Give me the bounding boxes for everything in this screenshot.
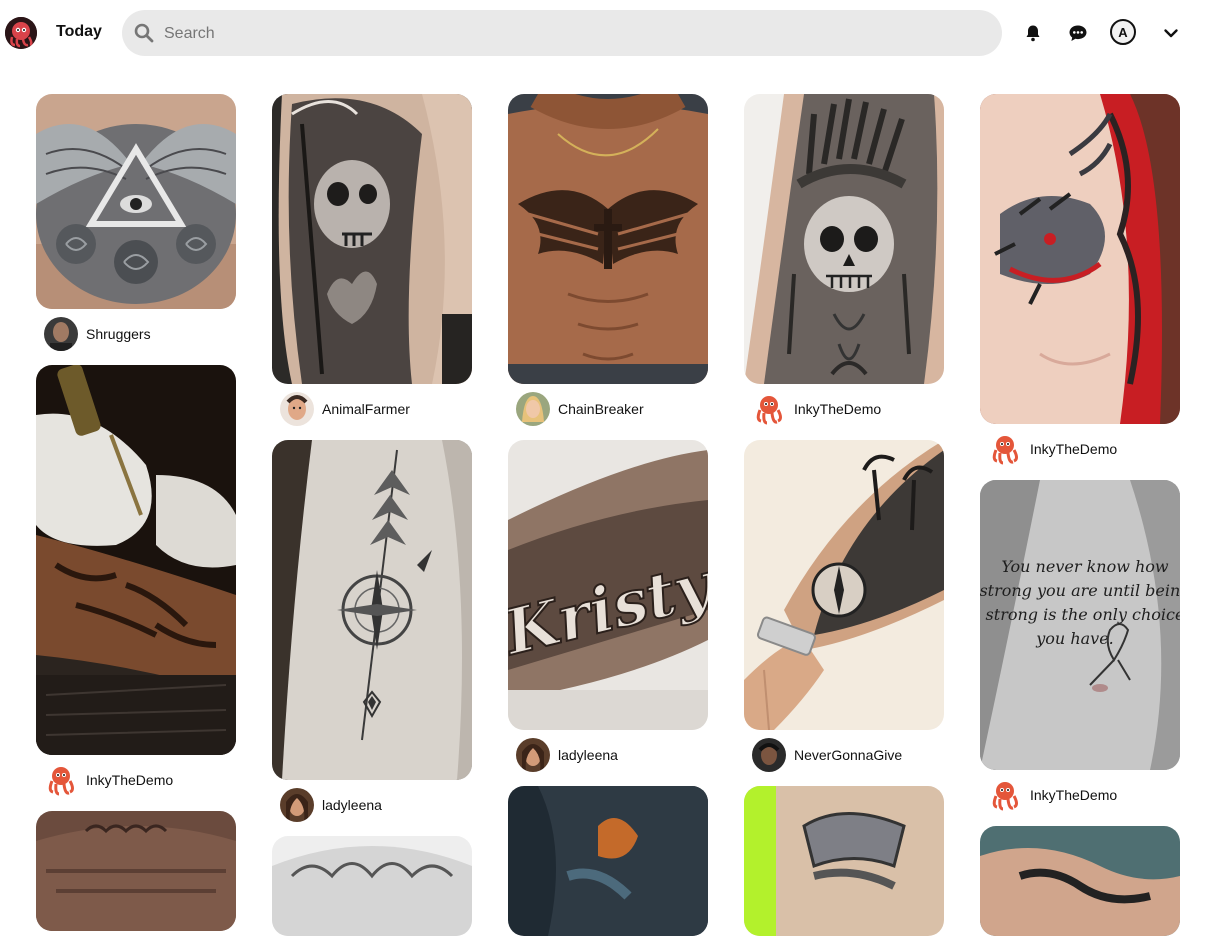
pin-card[interactable] — [36, 811, 236, 931]
search-bar[interactable] — [122, 10, 1002, 58]
pin-image[interactable] — [744, 786, 944, 936]
username[interactable]: NeverGonnaGive — [794, 747, 902, 763]
username[interactable]: InkyTheDemo — [794, 401, 881, 417]
pin-image[interactable] — [508, 94, 708, 384]
quote-line: strong you are until being — [980, 581, 1180, 600]
pin-card[interactable] — [272, 836, 472, 936]
pin-image[interactable] — [272, 440, 472, 780]
pin-image[interactable] — [272, 836, 472, 936]
pin-author[interactable]: AnimalFarmer — [272, 392, 472, 426]
chat-icon[interactable] — [1064, 19, 1092, 47]
pin-image[interactable] — [36, 365, 236, 755]
pin-image[interactable] — [980, 94, 1180, 424]
pin-author[interactable]: ChainBreaker — [508, 392, 708, 426]
avatar[interactable] — [752, 738, 786, 772]
search-icon — [134, 23, 154, 48]
pin-card[interactable]: You never know how strong you are until … — [980, 480, 1180, 812]
pin-image[interactable] — [36, 811, 236, 931]
pin-card[interactable]: InkyTheDemo — [744, 94, 944, 426]
pin-author[interactable]: ladyleena — [272, 788, 472, 822]
logo-icon[interactable] — [5, 17, 37, 49]
pin-card[interactable] — [744, 786, 944, 936]
pin-author[interactable]: InkyTheDemo — [744, 392, 944, 426]
avatar[interactable] — [516, 392, 550, 426]
username[interactable]: ladyleena — [558, 747, 618, 763]
pin-card[interactable]: Kristy ladyleena — [508, 440, 708, 772]
pin-image[interactable] — [272, 94, 472, 384]
username[interactable]: InkyTheDemo — [86, 772, 173, 788]
pin-author[interactable]: InkyTheDemo — [980, 778, 1180, 812]
pin-image[interactable]: You never know how strong you are until … — [980, 480, 1180, 770]
quote-line: you have. — [1035, 629, 1114, 648]
pin-image[interactable] — [36, 94, 236, 309]
username[interactable]: AnimalFarmer — [322, 401, 410, 417]
username[interactable]: ladyleena — [322, 797, 382, 813]
pin-image[interactable] — [980, 826, 1180, 936]
pin-card[interactable]: ChainBreaker — [508, 94, 708, 426]
username[interactable]: InkyTheDemo — [1030, 441, 1117, 457]
pin-card[interactable] — [980, 826, 1180, 936]
pin-image[interactable] — [744, 94, 944, 384]
pin-image[interactable]: Kristy — [508, 440, 708, 730]
pin-card[interactable]: InkyTheDemo — [980, 94, 1180, 466]
octopus-avatar[interactable] — [988, 432, 1022, 466]
avatar[interactable] — [516, 738, 550, 772]
pin-author[interactable]: ladyleena — [508, 738, 708, 772]
pin-author[interactable]: InkyTheDemo — [36, 763, 236, 797]
pin-card[interactable]: ladyleena — [272, 440, 472, 822]
top-navigation-bar: Today A — [0, 0, 1215, 66]
pin-image[interactable] — [508, 786, 708, 936]
username[interactable]: InkyTheDemo — [1030, 787, 1117, 803]
quote-line: You never know how — [1001, 557, 1169, 576]
octopus-avatar[interactable] — [988, 778, 1022, 812]
pin-image[interactable] — [744, 440, 944, 730]
account-avatar[interactable]: A — [1110, 19, 1136, 45]
pin-card[interactable]: AnimalFarmer — [272, 94, 472, 426]
pin-author[interactable]: Shruggers — [36, 317, 236, 351]
today-tab[interactable]: Today — [56, 23, 102, 41]
bell-icon[interactable] — [1019, 19, 1047, 47]
pin-author[interactable]: NeverGonnaGive — [744, 738, 944, 772]
quote-line: strong is the only choice — [986, 605, 1180, 624]
username[interactable]: ChainBreaker — [558, 401, 644, 417]
octopus-avatar[interactable] — [44, 763, 78, 797]
avatar[interactable] — [44, 317, 78, 351]
search-input[interactable] — [162, 10, 986, 58]
pin-author[interactable]: InkyTheDemo — [980, 432, 1180, 466]
pin-card[interactable] — [508, 786, 708, 936]
username[interactable]: Shruggers — [86, 326, 151, 342]
pin-card[interactable]: InkyTheDemo — [36, 365, 236, 797]
pin-card[interactable]: Shruggers — [36, 94, 236, 351]
chevron-down-icon[interactable] — [1157, 19, 1185, 47]
octopus-avatar[interactable] — [752, 392, 786, 426]
avatar[interactable] — [280, 788, 314, 822]
pin-card[interactable]: NeverGonnaGive — [744, 440, 944, 772]
avatar[interactable] — [280, 392, 314, 426]
